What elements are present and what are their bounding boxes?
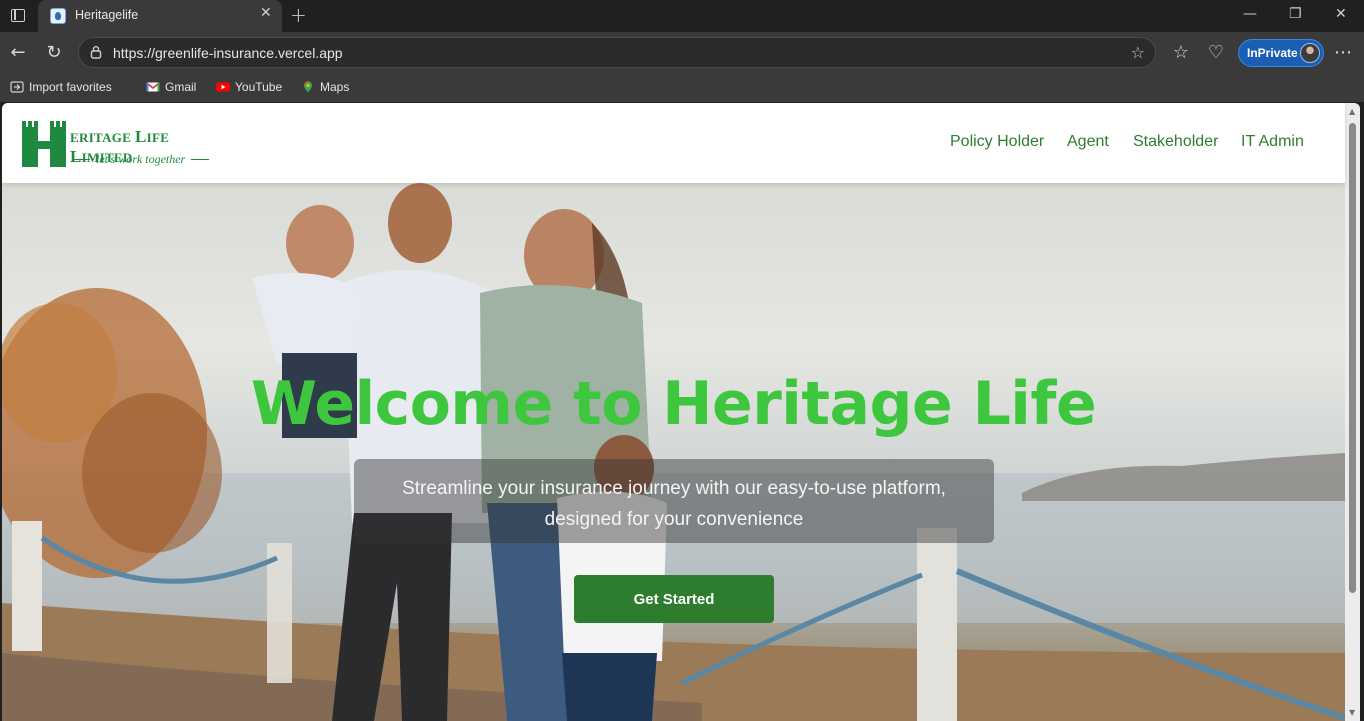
favorites-bar: Import favorites Gmail YouTube Maps xyxy=(0,74,1364,102)
bookmark-label: YouTube xyxy=(235,80,283,94)
hero-subtitle-box: Streamline your insurance journey with o… xyxy=(354,459,994,543)
bookmark-label: Import favorites xyxy=(29,80,112,94)
page-scrollbar[interactable]: ▲ ▼ xyxy=(1345,103,1360,721)
page-viewport: ERITAGE LIFE LIMITED let's work together… xyxy=(2,103,1360,721)
browser-essentials-icon[interactable]: ♡ xyxy=(1204,41,1228,65)
hero-section: Welcome to Heritage Life Streamline your… xyxy=(2,183,1345,721)
inprivate-label: InPrivate xyxy=(1247,46,1298,60)
scroll-down-icon[interactable]: ▼ xyxy=(1349,708,1355,717)
browser-toolbar: ← ↻ https://greenlife-insurance.vercel.a… xyxy=(0,32,1364,74)
tab-actions-icon[interactable] xyxy=(8,6,28,26)
bookmark-youtube[interactable]: YouTube xyxy=(216,80,282,94)
inprivate-badge[interactable]: InPrivate xyxy=(1238,39,1324,67)
back-icon[interactable]: ← xyxy=(6,41,30,65)
nav-stakeholder[interactable]: Stakeholder xyxy=(1133,133,1218,151)
close-tab-icon[interactable]: ✕ xyxy=(260,5,272,21)
nav-it-admin[interactable]: IT Admin xyxy=(1241,133,1304,151)
nav-policy-holder[interactable]: Policy Holder xyxy=(950,133,1044,151)
hero-title: Welcome to Heritage Life xyxy=(250,369,1097,439)
new-tab-icon[interactable]: + xyxy=(290,3,307,27)
hero-subtitle-line-1: Streamline your insurance journey with o… xyxy=(402,478,946,499)
favorite-star-icon[interactable]: ☆ xyxy=(1131,43,1145,62)
lock-icon[interactable] xyxy=(89,45,103,59)
bookmark-import-favorites[interactable]: Import favorites xyxy=(10,80,112,94)
minimize-icon[interactable]: — xyxy=(1243,6,1257,22)
scrollbar-thumb[interactable] xyxy=(1349,123,1356,593)
url-text[interactable]: https://greenlife-insurance.vercel.app xyxy=(113,45,343,61)
youtube-icon xyxy=(216,82,230,92)
get-started-button[interactable]: Get Started xyxy=(574,575,774,623)
bookmark-label: Maps xyxy=(320,80,350,94)
hero-subtitle-line-2: designed for your convenience xyxy=(544,509,804,530)
bookmark-label: Gmail xyxy=(165,80,197,94)
browser-tab[interactable]: Heritagelife ✕ xyxy=(38,0,282,32)
import-icon xyxy=(10,81,24,93)
scroll-up-icon[interactable]: ▲ xyxy=(1349,107,1355,116)
bookmark-maps[interactable]: Maps xyxy=(301,80,349,94)
bookmark-gmail[interactable]: Gmail xyxy=(146,80,196,94)
hero-subtitle: Streamline your insurance journey with o… xyxy=(354,473,994,535)
browser-tab-bar: Heritagelife ✕ + — ❐ ✕ xyxy=(0,0,1364,32)
nav-agent[interactable]: Agent xyxy=(1067,133,1109,151)
tab-title: Heritagelife xyxy=(75,8,139,22)
hero-background-photo xyxy=(2,183,1345,721)
heritage-life-logo[interactable]: ERITAGE LIFE LIMITED let's work together xyxy=(20,117,230,169)
castle-h-logo-icon xyxy=(22,121,66,167)
maps-icon xyxy=(304,81,312,93)
profile-avatar xyxy=(1300,43,1320,63)
restore-icon[interactable]: ❐ xyxy=(1289,6,1302,22)
more-menu-icon[interactable]: ⋯ xyxy=(1331,41,1355,65)
site-favicon-icon xyxy=(50,8,66,24)
site-navbar: ERITAGE LIFE LIMITED let's work together… xyxy=(2,103,1345,183)
favorites-icon[interactable]: ☆ xyxy=(1169,41,1193,65)
refresh-icon[interactable]: ↻ xyxy=(42,41,66,65)
logo-tagline: let's work together xyxy=(72,152,215,167)
close-window-icon[interactable]: ✕ xyxy=(1335,6,1347,22)
gmail-icon xyxy=(146,82,160,92)
address-bar[interactable]: https://greenlife-insurance.vercel.app ☆ xyxy=(78,37,1156,68)
